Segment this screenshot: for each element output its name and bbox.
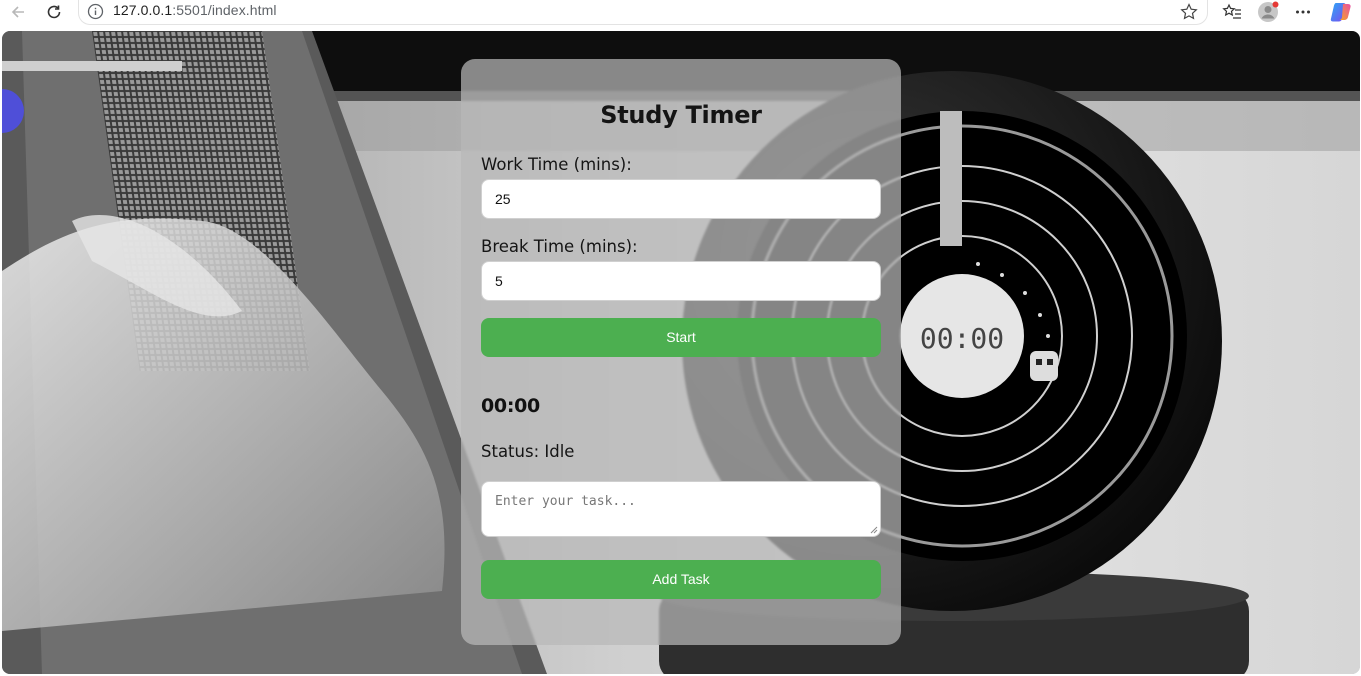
add-task-button[interactable]: Add Task [481, 560, 881, 599]
favorites-button[interactable] [1218, 0, 1246, 24]
address-bar[interactable]: 127.0.0.1:5501/index.html [78, 0, 1208, 25]
resize-handle-icon[interactable] [870, 526, 878, 534]
work-time-label: Work Time (mins): [481, 155, 632, 174]
more-dots-icon [1296, 10, 1310, 14]
profile-button[interactable] [1254, 0, 1282, 24]
break-time-input[interactable]: 5 [481, 261, 881, 301]
break-time-label: Break Time (mins): [481, 237, 638, 256]
copilot-button[interactable] [1327, 0, 1355, 24]
url-path: :5501/index.html [172, 2, 277, 18]
work-time-input[interactable]: 25 [481, 179, 881, 219]
task-input-placeholder: Enter your task... [495, 494, 636, 509]
info-icon[interactable] [87, 3, 104, 20]
browser-toolbar: 127.0.0.1:5501/index.html [0, 0, 1361, 30]
reload-button[interactable] [40, 0, 68, 24]
reload-icon [47, 5, 61, 19]
star-icon[interactable] [1179, 2, 1199, 22]
favorites-list-icon [1222, 3, 1241, 19]
study-timer-card: Study Timer Work Time (mins): 25 Break T… [461, 59, 901, 645]
timer-display: 00:00 [481, 395, 540, 417]
background-clock-display: 00:00 [920, 322, 1004, 355]
page-title: Study Timer [600, 101, 762, 129]
back-button[interactable] [4, 0, 32, 24]
avatar-icon [1258, 1, 1279, 22]
page-viewport: 00:00 Study Timer Work Time (mins): 25 B… [2, 31, 1360, 674]
url-host: 127.0.0.1 [113, 2, 173, 18]
more-menu-button[interactable] [1289, 0, 1317, 24]
url-text: 127.0.0.1:5501/index.html [113, 2, 277, 18]
task-input[interactable]: Enter your task... [481, 481, 881, 537]
copilot-icon [1330, 3, 1351, 22]
back-arrow-icon [11, 6, 24, 18]
start-button[interactable]: Start [481, 318, 881, 357]
status-text: Status: Idle [481, 442, 575, 461]
